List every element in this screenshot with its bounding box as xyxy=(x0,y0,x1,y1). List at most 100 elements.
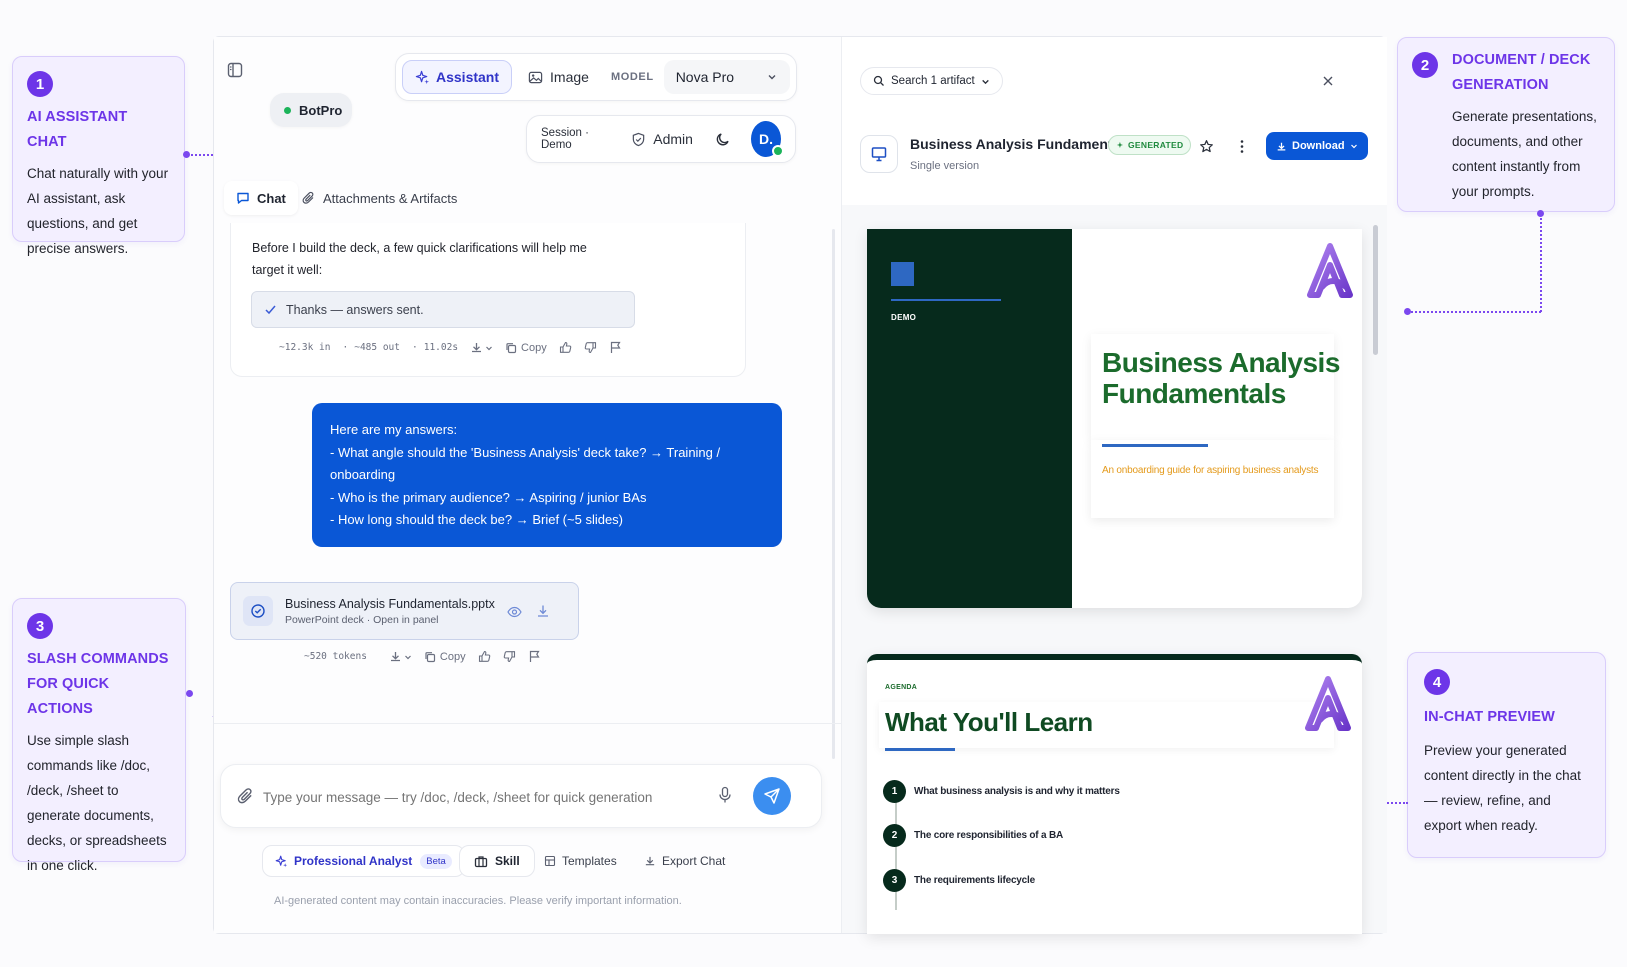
image-mode-button[interactable]: Image xyxy=(518,60,599,94)
thumbs-down-icon[interactable] xyxy=(503,650,516,663)
message-input[interactable] xyxy=(263,785,703,809)
slide-heading: What You'll Learn xyxy=(885,707,1093,737)
skill-button[interactable]: Skill xyxy=(459,845,535,877)
artifact-header xyxy=(842,37,1387,205)
slide-agenda[interactable]: AGENDA What You'll Learn 1 What business… xyxy=(867,654,1362,934)
download-icon xyxy=(390,652,400,662)
callout-body: Preview your generated content directly … xyxy=(1424,743,1581,833)
thumbs-up-icon[interactable] xyxy=(478,650,491,663)
chat-scrollbar[interactable] xyxy=(832,229,835,759)
persona-button[interactable]: Professional Analyst Beta xyxy=(262,845,465,877)
user-message-line: onboarding xyxy=(330,467,396,482)
theme-toggle-button[interactable] xyxy=(715,131,731,147)
artifact-search-button[interactable]: Search 1 artifact xyxy=(860,67,1003,95)
user-avatar[interactable]: D. xyxy=(750,121,784,157)
presentation-icon xyxy=(871,147,887,162)
artifact-version: Single version xyxy=(910,160,980,172)
export-chat-label: Export Chat xyxy=(662,854,726,868)
copy-label: Copy xyxy=(439,650,466,663)
user-message: Here are my answers: - What angle should… xyxy=(312,403,782,547)
brand-logo-icon xyxy=(1305,676,1351,731)
sidebar-toggle-icon[interactable] xyxy=(226,61,244,79)
token-count: ~520 tokens xyxy=(304,651,367,662)
connector-line xyxy=(1408,311,1541,313)
search-icon xyxy=(873,75,884,86)
export-chat-button[interactable]: Export Chat xyxy=(644,845,725,877)
thumbs-up-icon[interactable] xyxy=(559,341,572,354)
flag-icon[interactable] xyxy=(609,341,622,354)
assistant-mode-button[interactable]: Assistant xyxy=(402,60,513,94)
chat-pane: BotPro Assistant Image MODEL Nova Pro Se… xyxy=(214,37,842,933)
file-status-icon xyxy=(243,596,273,626)
download-icon[interactable] xyxy=(536,604,550,618)
eye-icon[interactable] xyxy=(507,605,522,619)
callout-slash-commands: 3 SLASH COMMANDS FOR QUICK ACTIONS Use s… xyxy=(12,598,186,873)
image-mode-label: Image xyxy=(550,69,589,85)
admin-label: Admin xyxy=(653,131,693,147)
agenda-text: What business analysis is and why it mat… xyxy=(914,786,1120,797)
file-meta: PowerPoint deck · Open in panel xyxy=(285,613,439,626)
callout-number: 4 xyxy=(1424,669,1450,695)
disclaimer-text: AI-generated content may contain inaccur… xyxy=(274,895,682,907)
online-status-dot xyxy=(284,106,291,114)
tokens-in: ~12.3k in xyxy=(279,342,331,353)
connector-dot xyxy=(1404,308,1411,315)
chevron-down-icon xyxy=(981,79,989,84)
brand-name: BotPro xyxy=(299,102,343,118)
callout-document-deck-generation: 2 DOCUMENT / DECK GENERATION Generate pr… xyxy=(1397,37,1615,212)
callout-number: 1 xyxy=(27,71,53,97)
slide-subtitle: An onboarding guide for aspiring busines… xyxy=(1102,465,1319,476)
download-menu-button[interactable] xyxy=(470,341,493,354)
more-vertical-icon[interactable] xyxy=(1239,139,1245,154)
callout-title: AI ASSISTANT CHAT xyxy=(27,109,128,150)
download-button[interactable]: Download xyxy=(1266,132,1368,160)
check-circle-icon xyxy=(251,604,265,618)
templates-label: Templates xyxy=(562,854,617,868)
tab-chat[interactable]: Chat xyxy=(224,181,298,215)
close-icon[interactable] xyxy=(1322,75,1334,87)
model-label: MODEL xyxy=(610,71,654,83)
avatar-initial: D. xyxy=(758,131,773,147)
tab-attachments-artifacts[interactable]: Attachments & Artifacts xyxy=(302,181,457,215)
send-icon xyxy=(764,788,780,804)
copy-button[interactable]: Copy xyxy=(424,651,466,663)
download-menu-button[interactable] xyxy=(389,650,412,663)
callout-number: 2 xyxy=(1412,52,1438,78)
user-message-line: - Who is the primary audience? → Aspirin… xyxy=(330,489,647,505)
persona-label: Professional Analyst xyxy=(294,854,413,868)
file-name: Business Analysis Fundamentals.pptx xyxy=(285,596,495,611)
copy-icon xyxy=(425,651,436,662)
file-attachment-card[interactable]: Business Analysis Fundamentals.pptx Powe… xyxy=(230,582,579,640)
paperclip-icon[interactable] xyxy=(237,787,255,805)
download-icon xyxy=(645,856,655,866)
session-toolbar: Session · Demo Admin D. xyxy=(526,115,796,163)
assistant-message: Business Analysis Fundamentals.pptx Powe… xyxy=(230,582,586,694)
slide-title[interactable]: DEMO Business Analysis Fundamentals An o… xyxy=(867,229,1362,608)
tab-attachments-label: Attachments & Artifacts xyxy=(323,190,458,206)
brand-pill[interactable]: BotPro xyxy=(270,93,352,127)
thumbs-down-icon[interactable] xyxy=(584,341,597,354)
agenda-item: 2 The core responsibilities of a BA xyxy=(883,824,1063,847)
callout-ai-assistant-chat: 1 AI ASSISTANT CHAT Chat naturally with … xyxy=(12,56,185,256)
slide-dark-panel: DEMO xyxy=(867,229,1072,608)
preview-scrollbar[interactable] xyxy=(1373,225,1378,355)
star-icon[interactable] xyxy=(1199,139,1214,154)
send-button[interactable] xyxy=(753,777,791,815)
template-icon xyxy=(544,855,556,867)
admin-button[interactable]: Admin xyxy=(631,131,693,147)
response-time: 11.02s xyxy=(423,342,459,353)
flag-icon[interactable] xyxy=(528,650,541,663)
connector-line xyxy=(1540,213,1542,312)
slide-subtitle-card xyxy=(1091,440,1334,518)
templates-button[interactable]: Templates xyxy=(544,845,617,877)
model-select[interactable]: Nova Pro xyxy=(663,60,790,94)
slide-blue-underline xyxy=(1102,444,1208,447)
copy-button[interactable]: Copy xyxy=(505,342,547,354)
callout-body: Use simple slash commands like /doc, /de… xyxy=(27,733,167,873)
message-meta: ~520 tokens Copy xyxy=(304,650,541,663)
slide-blue-rule xyxy=(891,299,1001,301)
presence-dot xyxy=(772,145,784,157)
microphone-icon[interactable] xyxy=(717,786,733,804)
user-message-line: Here are my answers: xyxy=(330,422,458,437)
sparkle-icon xyxy=(275,855,288,867)
